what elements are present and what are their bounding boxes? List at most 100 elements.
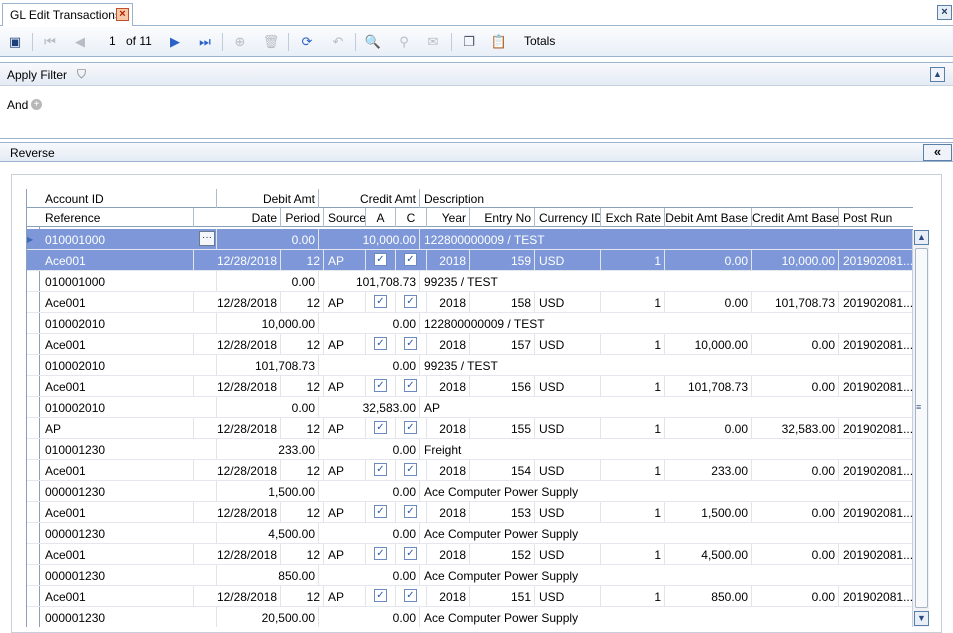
cell-description[interactable]: Ace Computer Power Supply — [420, 481, 913, 502]
cell-debit-amt[interactable]: 4,500.00 — [217, 523, 319, 544]
cell-debit-amt[interactable]: 233.00 — [217, 439, 319, 460]
cell-currency-id[interactable]: USD — [535, 460, 601, 481]
cell-debit-amt[interactable]: 10,000.00 — [217, 313, 319, 334]
cell-date[interactable]: 12/28/2018 — [194, 292, 281, 313]
header-debit-amt[interactable]: Debit Amt — [217, 189, 319, 208]
header-debit-amt-base[interactable]: Debit Amt Base — [665, 208, 752, 227]
table-row-account[interactable]: 010002010 101,708.73 0.00 99235 / TEST — [27, 355, 913, 376]
cell-account-id[interactable]: 010002010 — [41, 397, 217, 418]
cell-date[interactable]: 12/28/2018 — [194, 544, 281, 565]
cell-c[interactable]: ✓ — [396, 502, 427, 523]
cell-exch-rate[interactable]: 1 — [601, 544, 665, 565]
cell-c[interactable]: ✓ — [396, 418, 427, 439]
cell-reference[interactable]: AP — [41, 418, 194, 439]
scroll-down-icon[interactable]: ▼ — [914, 611, 929, 626]
cell-year[interactable]: 2018 — [427, 586, 470, 607]
cell-year[interactable]: 2018 — [427, 292, 470, 313]
table-row-account[interactable]: 010002010 0.00 32,583.00 AP — [27, 397, 913, 418]
cell-exch-rate[interactable]: 1 — [601, 418, 665, 439]
cell-source[interactable]: AP — [324, 544, 366, 565]
cell-source[interactable]: AP — [324, 376, 366, 397]
cell-date[interactable]: 12/28/2018 — [194, 502, 281, 523]
cell-entry-no[interactable]: 156 — [470, 376, 535, 397]
cell-account-id[interactable]: 000001230 — [41, 481, 217, 502]
cell-debit-amt[interactable]: 850.00 — [217, 565, 319, 586]
cell-account-id[interactable]: 000001230 — [41, 607, 217, 627]
table-row-detail[interactable]: Ace001 12/28/2018 12 AP 2018 156 USD 1 101,708.7… — [27, 376, 913, 397]
cell-post-run[interactable]: 201902081... — [839, 292, 913, 313]
cell-debit-amt-base[interactable]: 850.00 — [665, 586, 752, 607]
cell-reference[interactable]: Ace001 — [41, 376, 194, 397]
cell-source[interactable]: AP — [324, 334, 366, 355]
cell-post-run[interactable]: 201902081... — [839, 544, 913, 565]
tab-gl-edit-transactions[interactable]: GL Edit Transactions × — [2, 3, 133, 26]
table-row-detail[interactable]: Ace001 12/28/2018 12 AP 2018 151 USD 1 850.00 0.0… — [27, 586, 913, 607]
cell-exch-rate[interactable]: 1 — [601, 502, 665, 523]
cell-year[interactable]: 2018 — [427, 376, 470, 397]
cell-credit-amt-base[interactable]: 0.00 — [752, 544, 839, 565]
cell-entry-no[interactable]: 153 — [470, 502, 535, 523]
cell-period[interactable]: 12 — [281, 502, 324, 523]
cell-debit-amt[interactable]: 0.00 — [217, 397, 319, 418]
checkbox-a-checked-icon[interactable]: ✓ — [374, 547, 387, 560]
cell-debit-amt-base[interactable]: 1,500.00 — [665, 502, 752, 523]
checkbox-a-checked-icon[interactable]: ✓ — [374, 463, 387, 476]
cell-debit-amt-base[interactable]: 0.00 — [665, 250, 752, 271]
save-icon[interactable]: ▣ — [5, 32, 25, 52]
undo-icon[interactable]: ↶ — [328, 32, 348, 52]
cell-currency-id[interactable]: USD — [535, 418, 601, 439]
table-row-detail[interactable]: Ace001 12/28/2018 12 AP 2018 157 USD 1 10,000.00… — [27, 334, 913, 355]
cell-debit-amt-base[interactable]: 10,000.00 — [665, 334, 752, 355]
cell-description[interactable]: 122800000009 / TEST — [420, 229, 913, 250]
table-row-detail[interactable]: Ace001 12/28/2018 12 AP 2018 152 USD 1 4,500.00 0… — [27, 544, 913, 565]
cell-reference[interactable]: Ace001 — [41, 544, 194, 565]
table-row-account[interactable]: 000001230 850.00 0.00 Ace Computer Power Su… — [27, 565, 913, 586]
cell-exch-rate[interactable]: 1 — [601, 250, 665, 271]
checkbox-a-checked-icon[interactable]: ✓ — [374, 421, 387, 434]
cell-reference[interactable]: Ace001 — [41, 460, 194, 481]
cell-currency-id[interactable]: USD — [535, 334, 601, 355]
cell-year[interactable]: 2018 — [427, 250, 470, 271]
cell-exch-rate[interactable]: 1 — [601, 586, 665, 607]
cell-date[interactable]: 12/28/2018 — [194, 334, 281, 355]
cell-currency-id[interactable]: USD — [535, 376, 601, 397]
cell-credit-amt[interactable]: 0.00 — [319, 607, 420, 627]
cell-date[interactable]: 12/28/2018 — [194, 418, 281, 439]
cell-debit-amt[interactable]: 101,708.73 — [217, 355, 319, 376]
cell-entry-no[interactable]: 151 — [470, 586, 535, 607]
cell-date[interactable]: 12/28/2018 — [194, 250, 281, 271]
cell-year[interactable]: 2018 — [427, 544, 470, 565]
cell-post-run[interactable]: 201902081... — [839, 334, 913, 355]
table-row-detail[interactable]: Ace001 12/28/2018 12 AP 2018 154 USD 1 233.00 0.0… — [27, 460, 913, 481]
cell-period[interactable]: 12 — [281, 544, 324, 565]
add-record-icon[interactable]: ⊕ — [230, 32, 250, 52]
cell-currency-id[interactable]: USD — [535, 502, 601, 523]
cell-a[interactable]: ✓ — [366, 250, 396, 271]
cell-debit-amt-base[interactable]: 4,500.00 — [665, 544, 752, 565]
cell-description[interactable]: Ace Computer Power Supply — [420, 523, 913, 544]
checkbox-a-checked-icon[interactable]: ✓ — [374, 337, 387, 350]
first-record-icon[interactable]: ⏮ — [40, 32, 60, 52]
header-account-id[interactable]: Account ID — [41, 189, 217, 208]
next-record-icon[interactable]: ▶ — [165, 32, 185, 52]
cell-source[interactable]: AP — [324, 460, 366, 481]
cell-credit-amt[interactable]: 0.00 — [319, 355, 420, 376]
table-row-detail[interactable]: Ace001 12/28/2018 12 AP 2018 158 USD 1 0.00 101,7… — [27, 292, 913, 313]
cell-currency-id[interactable]: USD — [535, 292, 601, 313]
cell-c[interactable]: ✓ — [396, 544, 427, 565]
cell-credit-amt[interactable]: 0.00 — [319, 439, 420, 460]
cell-c[interactable]: ✓ — [396, 460, 427, 481]
cell-a[interactable]: ✓ — [366, 418, 396, 439]
table-row-account[interactable]: 010002010 10,000.00 0.00 122800000009 / TES… — [27, 313, 913, 334]
last-record-icon[interactable]: ⏭ — [195, 32, 215, 52]
cell-account-id[interactable]: 010002010 — [41, 313, 217, 334]
cell-debit-amt[interactable]: 20,500.00 — [217, 607, 319, 627]
cell-debit-amt-base[interactable]: 101,708.73 — [665, 376, 752, 397]
cell-debit-amt[interactable]: 0.00 — [217, 271, 319, 292]
checkbox-c-checked-icon[interactable]: ✓ — [404, 547, 417, 560]
cell-post-run[interactable]: 201902081... — [839, 586, 913, 607]
cell-currency-id[interactable]: USD — [535, 250, 601, 271]
table-row-account[interactable]: 000001230 20,500.00 0.00 Ace Computer Power… — [27, 607, 913, 627]
header-description[interactable]: Description — [420, 189, 913, 208]
table-row-account[interactable]: 010001000 0.00 101,708.73 99235 / TEST — [27, 271, 913, 292]
